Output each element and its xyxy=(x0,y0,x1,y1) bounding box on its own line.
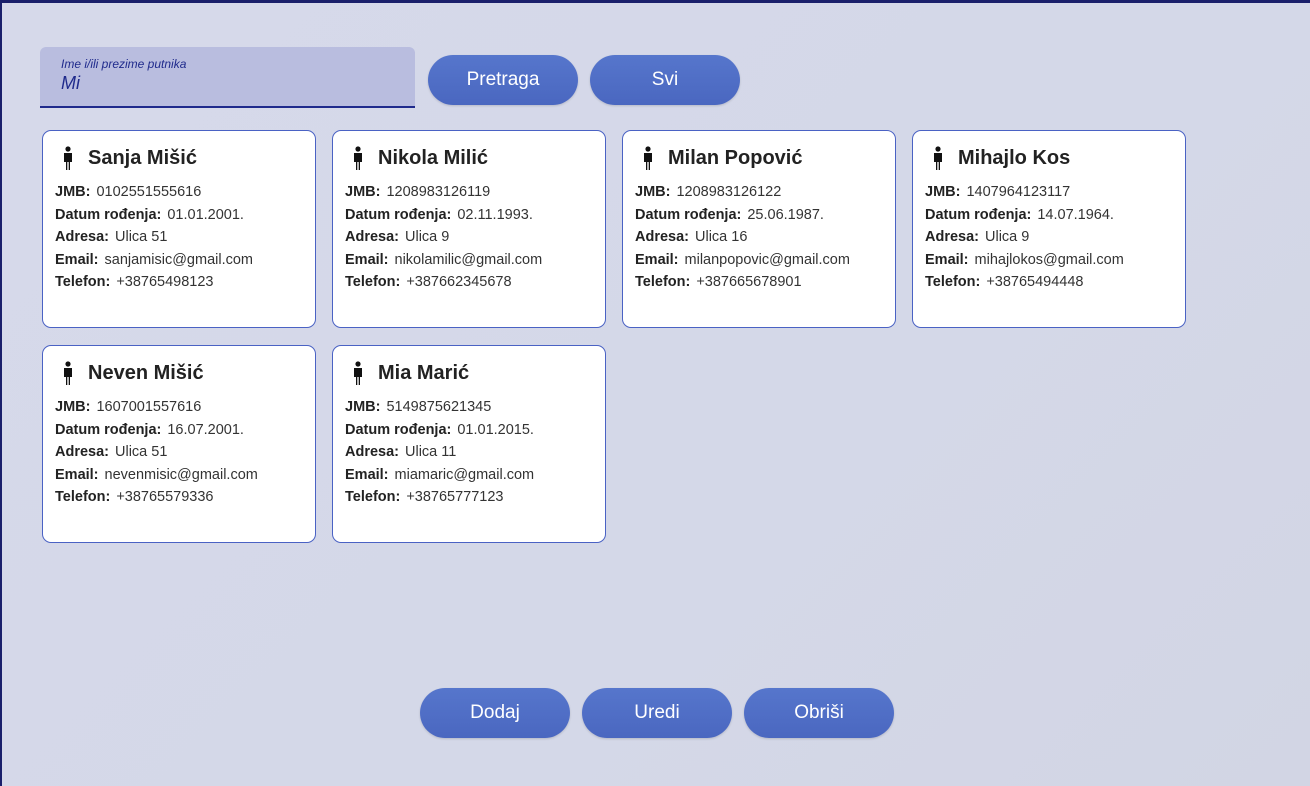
passenger-name: Mihajlo Kos xyxy=(958,146,1071,169)
jmb-row: JMB: 1208983126122 xyxy=(635,184,782,200)
add-button[interactable]: Dodaj xyxy=(420,688,570,738)
passenger-name: Milan Popović xyxy=(668,146,803,169)
jmb-value: 1607001557616 xyxy=(96,399,202,415)
jmb-value: 5149875621345 xyxy=(386,399,492,415)
email-value: milanpopovic@gmail.com xyxy=(684,251,850,268)
delete-button[interactable]: Obriši xyxy=(744,688,894,738)
address-row: Adresa: Ulica 51 xyxy=(55,229,168,245)
passenger-card[interactable]: Mia Marić JMB: 5149875621345 Datum rođenj… xyxy=(332,345,606,543)
edit-button[interactable]: Uredi xyxy=(582,688,732,738)
card-header: Neven Mišić xyxy=(60,361,204,385)
phone-value: +38765579336 xyxy=(116,489,214,505)
phone-row: Telefon: +38765494448 xyxy=(925,274,1084,290)
passenger-name: Sanja Mišić xyxy=(88,146,197,169)
birth-row: Datum rođenja: 16.07.2001. xyxy=(55,421,244,438)
phone-value: +387662345678 xyxy=(406,274,512,290)
passenger-card[interactable]: Mihajlo Kos JMB: 1407964123117 Datum rođe… xyxy=(912,130,1186,328)
passenger-name: Nikola Milić xyxy=(378,146,489,169)
card-header: Sanja Mišić xyxy=(60,146,197,170)
search-field[interactable]: Ime i/ili prezime putnika xyxy=(40,47,415,108)
address-row: Adresa: Ulica 51 xyxy=(55,444,168,460)
person-icon xyxy=(934,146,942,170)
email-value: nevenmisic@gmail.com xyxy=(104,466,258,483)
email-row: Email: mihajlokos@gmail.com xyxy=(925,251,1124,268)
jmb-row: JMB: 1607001557616 xyxy=(55,399,202,415)
email-row: Email: milanpopovic@gmail.com xyxy=(635,251,850,268)
address-value: Ulica 9 xyxy=(985,229,1030,245)
phone-value: +38765777123 xyxy=(406,489,504,505)
phone-value: +387665678901 xyxy=(696,274,802,290)
jmb-value: 1208983126119 xyxy=(386,184,491,200)
email-value: nikolamilic@gmail.com xyxy=(394,251,543,268)
card-header: Nikola Milić xyxy=(350,146,488,170)
address-row: Adresa: Ulica 9 xyxy=(925,229,1030,245)
jmb-row: JMB: 1407964123117 xyxy=(925,184,1071,200)
birth-value: 02.11.1993. xyxy=(457,206,533,223)
jmb-value: 1208983126122 xyxy=(676,184,782,200)
birth-row: Datum rođenja: 01.01.2001. xyxy=(55,206,244,223)
phone-row: Telefon: +387665678901 xyxy=(635,274,802,290)
birth-value: 25.06.1987. xyxy=(747,206,824,223)
birth-row: Datum rođenja: 14.07.1964. xyxy=(925,206,1114,223)
person-icon xyxy=(354,361,362,385)
passenger-card[interactable]: Milan Popović JMB: 1208983126122 Datum ro… xyxy=(622,130,896,328)
passenger-name: Mia Marić xyxy=(378,361,470,384)
birth-value: 14.07.1964. xyxy=(1037,206,1114,223)
person-icon xyxy=(64,146,72,170)
birth-row: Datum rođenja: 02.11.1993. xyxy=(345,206,533,223)
email-value: miamaric@gmail.com xyxy=(394,466,535,483)
birth-value: 01.01.2015. xyxy=(457,421,534,438)
phone-row: Telefon: +38765777123 xyxy=(345,489,504,505)
search-input[interactable] xyxy=(61,73,391,94)
birth-value: 01.01.2001. xyxy=(167,206,244,223)
phone-value: +38765498123 xyxy=(116,274,214,290)
birth-row: Datum rođenja: 25.06.1987. xyxy=(635,206,824,223)
jmb-value: 1407964123117 xyxy=(966,184,1071,200)
passenger-card[interactable]: Sanja Mišić JMB: 0102551555616 Datum rođe… xyxy=(42,130,316,328)
address-row: Adresa: Ulica 9 xyxy=(345,229,450,245)
phone-row: Telefon: +38765579336 xyxy=(55,489,214,505)
search-button[interactable]: Pretraga xyxy=(428,55,578,105)
person-icon xyxy=(644,146,652,170)
card-header: Mihajlo Kos xyxy=(930,146,1070,170)
email-row: Email: miamaric@gmail.com xyxy=(345,466,535,483)
search-label: Ime i/ili prezime putnika xyxy=(61,57,187,71)
address-value: Ulica 9 xyxy=(405,229,450,245)
card-header: Milan Popović xyxy=(640,146,802,170)
address-row: Adresa: Ulica 11 xyxy=(345,444,457,460)
email-row: Email: nevenmisic@gmail.com xyxy=(55,466,258,483)
birth-row: Datum rođenja: 01.01.2015. xyxy=(345,421,534,438)
passenger-card[interactable]: Neven Mišić JMB: 1607001557616 Datum rođe… xyxy=(42,345,316,543)
jmb-row: JMB: 1208983126119 xyxy=(345,184,491,200)
jmb-row: JMB: 0102551555616 xyxy=(55,184,202,200)
phone-row: Telefon: +38765498123 xyxy=(55,274,214,290)
address-value: Ulica 11 xyxy=(405,444,457,460)
email-value: mihajlokos@gmail.com xyxy=(974,251,1124,268)
passenger-card[interactable]: Nikola Milić JMB: 1208983126119 Datum rođ… xyxy=(332,130,606,328)
email-row: Email: nikolamilic@gmail.com xyxy=(345,251,543,268)
jmb-value: 0102551555616 xyxy=(96,184,202,200)
email-row: Email: sanjamisic@gmail.com xyxy=(55,251,253,268)
email-value: sanjamisic@gmail.com xyxy=(104,251,253,268)
passenger-name: Neven Mišić xyxy=(88,361,204,384)
show-all-button[interactable]: Svi xyxy=(590,55,740,105)
person-icon xyxy=(64,361,72,385)
address-row: Adresa: Ulica 16 xyxy=(635,229,748,245)
phone-value: +38765494448 xyxy=(986,274,1084,290)
address-value: Ulica 51 xyxy=(115,444,168,460)
birth-value: 16.07.2001. xyxy=(167,421,244,438)
phone-row: Telefon: +387662345678 xyxy=(345,274,512,290)
address-value: Ulica 16 xyxy=(695,229,748,245)
jmb-row: JMB: 5149875621345 xyxy=(345,399,492,415)
address-value: Ulica 51 xyxy=(115,229,168,245)
person-icon xyxy=(354,146,362,170)
card-header: Mia Marić xyxy=(350,361,469,385)
